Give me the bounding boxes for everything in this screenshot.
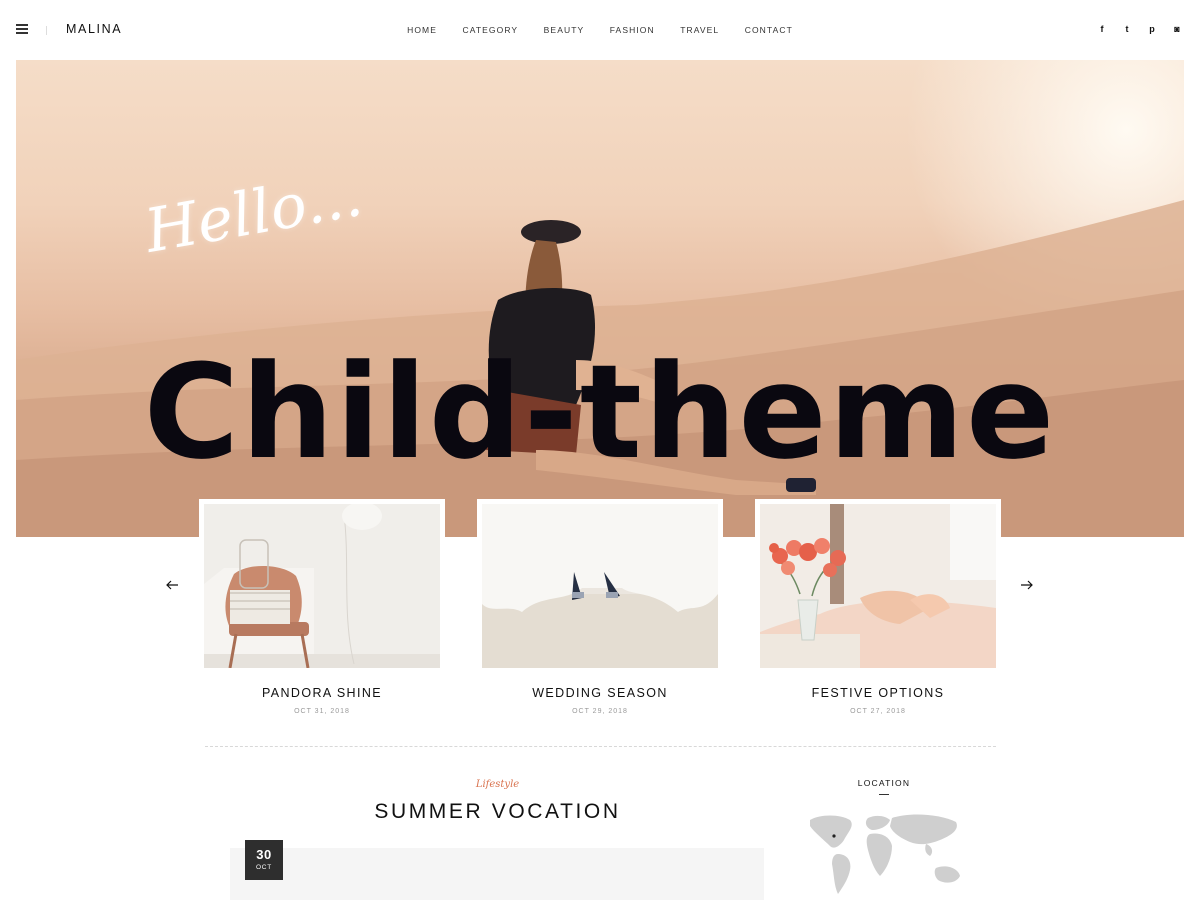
section-divider <box>205 746 996 747</box>
site-header: MALINA HOME CATEGORY BEAUTY FASHION TRAV… <box>0 0 1200 60</box>
carousel-prev-arrow-icon[interactable] <box>165 578 179 592</box>
nav-home[interactable]: HOME <box>407 25 437 35</box>
card-date: OCT 31, 2018 <box>294 708 350 715</box>
pinterest-icon[interactable]: p <box>1147 24 1157 35</box>
wedding-dress-photo[interactable] <box>482 504 718 668</box>
location-widget-title: LOCATION <box>857 778 911 788</box>
child-theme-watermark: Child-theme <box>143 336 1057 488</box>
nav-fashion[interactable]: FASHION <box>610 25 655 35</box>
post-category[interactable]: Lifestyle <box>230 779 765 790</box>
post-date-month: OCT <box>255 864 273 871</box>
nav-travel[interactable]: TRAVEL <box>680 25 719 35</box>
widget-title-underline <box>879 794 889 795</box>
post-title[interactable]: SUMMER VOCATION <box>230 800 765 824</box>
twitter-icon[interactable]: t <box>1122 24 1132 35</box>
carousel-next-arrow-icon[interactable] <box>1020 578 1034 592</box>
nav-category[interactable]: CATEGORY <box>462 25 518 35</box>
card-title[interactable]: FESTIVE OPTIONS <box>755 686 1001 700</box>
hero-banner: Hello... Child-theme <box>16 60 1184 537</box>
card-title[interactable]: PANDORA SHINE <box>199 686 445 700</box>
main-navigation: HOME CATEGORY BEAUTY FASHION TRAVEL CONT… <box>0 25 1200 35</box>
post-date-day: 30 <box>256 847 272 862</box>
carousel-card[interactable]: WEDDING SEASON OCT 29, 2018 <box>477 499 723 715</box>
nav-contact[interactable]: CONTACT <box>745 25 793 35</box>
social-links: f t p ◙ <box>1097 24 1182 35</box>
flowers-bedroom-photo[interactable] <box>760 504 996 668</box>
post-date-badge: 30 OCT <box>245 840 283 880</box>
card-date: OCT 29, 2018 <box>572 708 628 715</box>
instagram-icon[interactable]: ◙ <box>1172 24 1182 35</box>
nav-beauty[interactable]: BEAUTY <box>544 25 585 35</box>
facebook-icon[interactable]: f <box>1097 24 1107 35</box>
world-map-icon <box>810 814 960 894</box>
chair-photo[interactable] <box>204 504 440 668</box>
post-featured-image[interactable] <box>230 848 764 900</box>
card-title[interactable]: WEDDING SEASON <box>477 686 723 700</box>
carousel-card[interactable]: FESTIVE OPTIONS OCT 27, 2018 <box>755 499 1001 715</box>
carousel-card[interactable]: PANDORA SHINE OCT 31, 2018 <box>199 499 445 715</box>
card-date: OCT 27, 2018 <box>850 708 906 715</box>
